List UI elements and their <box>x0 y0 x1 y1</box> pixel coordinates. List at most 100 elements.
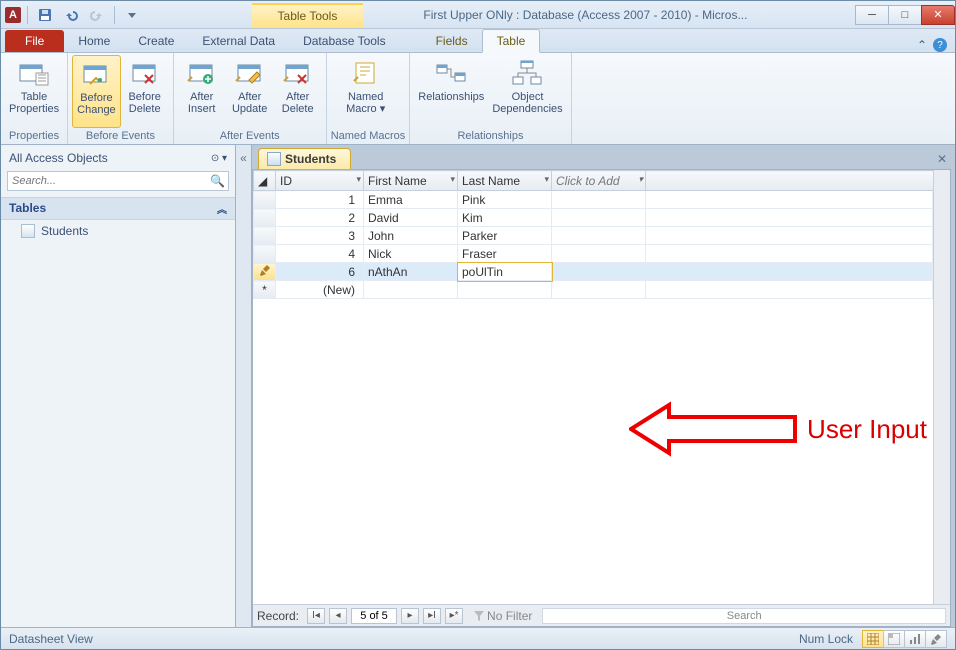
cell-id[interactable]: 2 <box>276 209 364 227</box>
tab-home[interactable]: Home <box>64 30 124 52</box>
row-selector[interactable] <box>254 245 276 263</box>
datasheet-table[interactable]: ◢ ID▾ First Name▾ Last Name▾ Click to Ad… <box>253 170 933 299</box>
record-search-input[interactable] <box>542 608 946 624</box>
cell-new[interactable]: (New) <box>276 281 364 299</box>
tab-external-data[interactable]: External Data <box>188 30 289 52</box>
qat-save-button[interactable] <box>34 4 56 26</box>
relationships-button[interactable]: Relationships <box>414 55 488 128</box>
dropdown-icon[interactable]: ▾ <box>544 174 549 185</box>
row-selector[interactable] <box>254 209 276 227</box>
dropdown-icon[interactable]: ▾ <box>450 174 455 185</box>
close-button[interactable]: ✕ <box>921 5 955 25</box>
status-numlock: Num Lock <box>799 632 853 646</box>
view-pivottable-button[interactable] <box>883 630 905 648</box>
row-selector[interactable] <box>254 263 276 281</box>
named-macro-button[interactable]: Named Macro ▾ <box>331 55 401 128</box>
after-insert-button[interactable]: After Insert <box>178 55 226 128</box>
view-datasheet-button[interactable] <box>862 630 884 648</box>
record-new-button[interactable]: ▸* <box>445 608 463 624</box>
table-row[interactable]: 1EmmaPink <box>254 191 933 209</box>
cell-add[interactable] <box>552 245 646 263</box>
record-first-button[interactable]: I◂ <box>307 608 325 624</box>
record-position-input[interactable] <box>351 608 397 624</box>
nav-header-title[interactable]: All Access Objects <box>9 151 108 165</box>
status-view-label: Datasheet View <box>9 632 93 646</box>
after-delete-button[interactable]: After Delete <box>274 55 322 128</box>
table-properties-button[interactable]: Table Properties <box>5 55 63 128</box>
doc-tab-students[interactable]: Students <box>258 148 351 169</box>
table-row[interactable]: 6nAthAnpoUlTin <box>254 263 933 281</box>
object-dependencies-button[interactable]: Object Dependencies <box>488 55 566 128</box>
cell-first-name[interactable]: Emma <box>364 191 458 209</box>
select-all-cell[interactable]: ◢ <box>254 171 276 191</box>
before-change-icon <box>80 60 112 88</box>
cell-last-name[interactable]: Kim <box>458 209 552 227</box>
dropdown-icon[interactable]: ▾ <box>638 174 643 185</box>
view-pivotchart-button[interactable] <box>904 630 926 648</box>
tab-fields[interactable]: Fields <box>422 30 482 52</box>
cell-id[interactable]: 1 <box>276 191 364 209</box>
doc-close-button[interactable]: ✕ <box>929 148 955 170</box>
table-row[interactable]: 2DavidKim <box>254 209 933 227</box>
vertical-scrollbar[interactable] <box>933 170 950 604</box>
nav-search-input[interactable] <box>7 171 229 191</box>
tab-table[interactable]: Table <box>482 29 541 53</box>
record-next-button[interactable]: ▸ <box>401 608 419 624</box>
cell-blank[interactable] <box>364 281 458 299</box>
nav-collapse-button[interactable]: « <box>236 145 252 627</box>
after-update-button[interactable]: After Update <box>226 55 274 128</box>
table-row[interactable]: 4NickFraser <box>254 245 933 263</box>
cell-first-name[interactable]: David <box>364 209 458 227</box>
view-design-button[interactable] <box>925 630 947 648</box>
ribbon-minimize-icon[interactable]: ⌃ <box>917 38 927 52</box>
search-icon[interactable]: 🔍 <box>210 174 225 188</box>
cell-blank[interactable] <box>458 281 552 299</box>
cell-first-name[interactable]: John <box>364 227 458 245</box>
cell-id[interactable]: 3 <box>276 227 364 245</box>
help-icon[interactable]: ? <box>933 38 947 52</box>
maximize-button[interactable]: □ <box>888 5 922 25</box>
tab-database-tools[interactable]: Database Tools <box>289 30 400 52</box>
cell-add[interactable] <box>552 227 646 245</box>
nav-dropdown-icon[interactable]: ⊙ ▾ <box>211 153 227 164</box>
column-click-to-add[interactable]: Click to Add▾ <box>552 171 646 191</box>
record-prev-button[interactable]: ◂ <box>329 608 347 624</box>
dropdown-icon[interactable]: ▾ <box>356 174 361 185</box>
record-last-button[interactable]: ▸I <box>423 608 441 624</box>
before-delete-icon <box>129 59 161 87</box>
nav-item-students[interactable]: Students <box>1 220 235 242</box>
column-id[interactable]: ID▾ <box>276 171 364 191</box>
tab-file[interactable]: File <box>5 30 64 52</box>
qat-redo-button[interactable] <box>86 4 108 26</box>
before-delete-button[interactable]: Before Delete <box>121 55 169 128</box>
cell-last-name[interactable]: poUlTin <box>458 263 552 281</box>
before-change-button[interactable]: Before Change <box>72 55 121 128</box>
table-new-row[interactable]: *(New) <box>254 281 933 299</box>
table-row[interactable]: 3JohnParker <box>254 227 933 245</box>
collapse-icon[interactable]: ︽ <box>217 201 227 216</box>
cell-first-name[interactable]: nAthAn <box>364 263 458 281</box>
cell-id[interactable]: 4 <box>276 245 364 263</box>
app-icon: A <box>5 7 21 23</box>
cell-last-name[interactable]: Pink <box>458 191 552 209</box>
filter-indicator[interactable]: No Filter <box>473 609 532 623</box>
cell-add[interactable] <box>552 209 646 227</box>
row-selector-new[interactable]: * <box>254 281 276 299</box>
cell-blank[interactable] <box>552 281 646 299</box>
cell-add[interactable] <box>552 191 646 209</box>
row-selector[interactable] <box>254 191 276 209</box>
nav-section-tables[interactable]: Tables ︽ <box>1 197 235 220</box>
cell-last-name[interactable]: Parker <box>458 227 552 245</box>
cell-first-name[interactable]: Nick <box>364 245 458 263</box>
minimize-button[interactable]: ─ <box>855 5 889 25</box>
row-selector[interactable] <box>254 227 276 245</box>
column-first-name[interactable]: First Name▾ <box>364 171 458 191</box>
cell-id[interactable]: 6 <box>276 263 364 281</box>
table-icon <box>267 152 281 166</box>
qat-undo-button[interactable] <box>60 4 82 26</box>
qat-customize-button[interactable] <box>121 4 143 26</box>
column-last-name[interactable]: Last Name▾ <box>458 171 552 191</box>
tab-create[interactable]: Create <box>124 30 188 52</box>
cell-add[interactable] <box>552 263 646 281</box>
cell-last-name[interactable]: Fraser <box>458 245 552 263</box>
